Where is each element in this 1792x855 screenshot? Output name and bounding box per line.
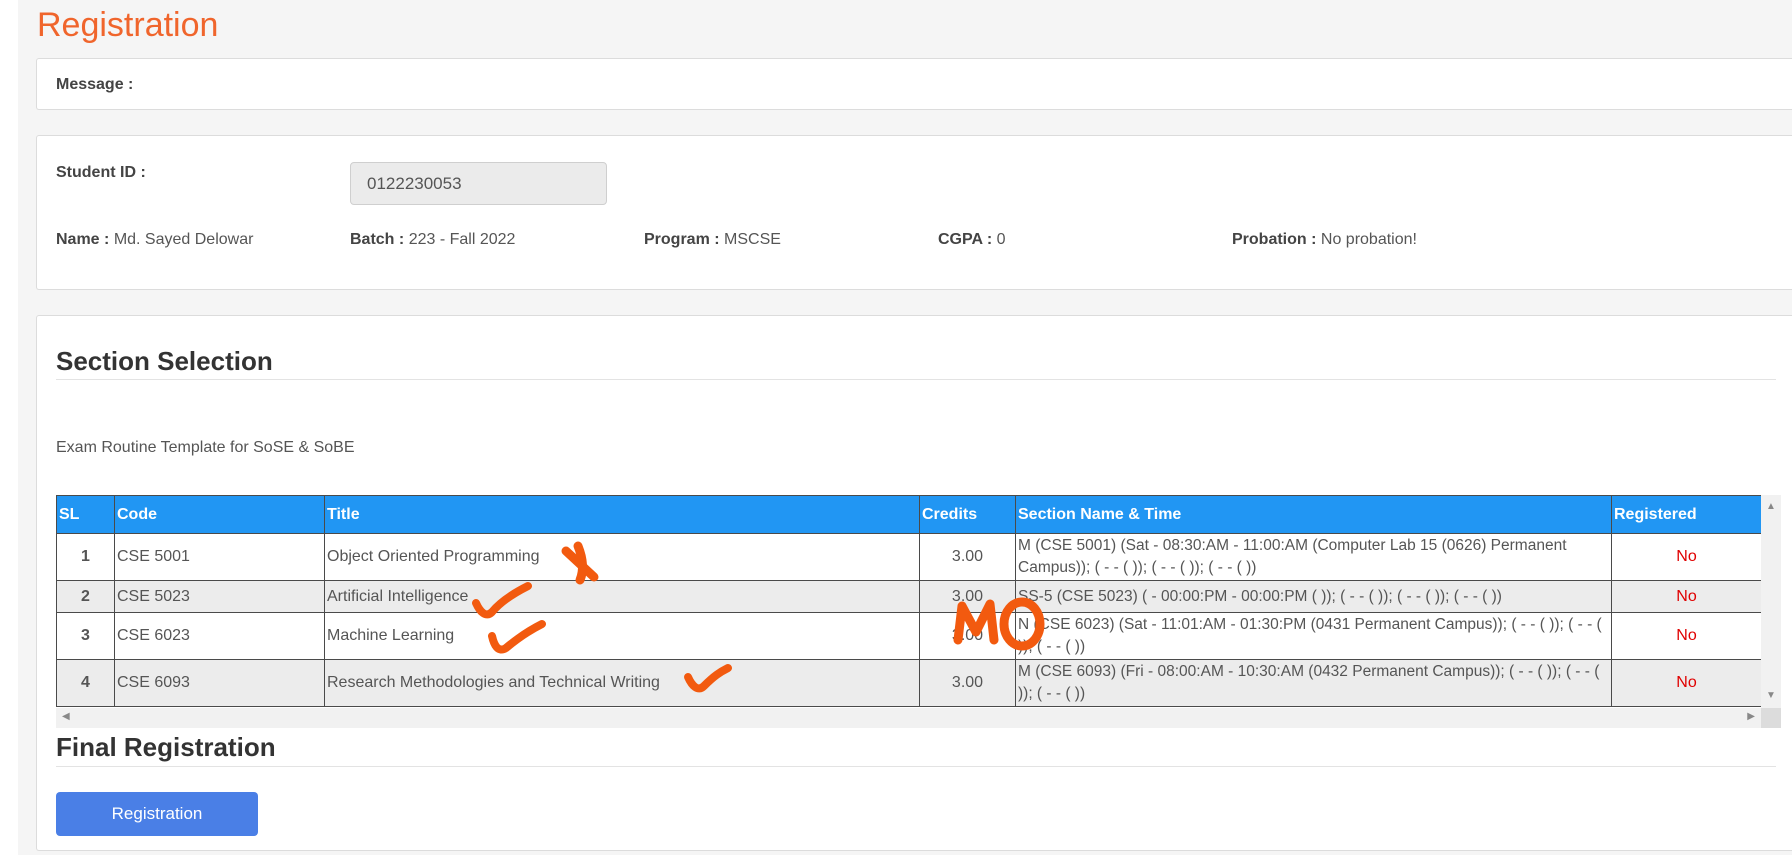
cell-registered: No [1611, 580, 1762, 613]
cell-section: M (CSE 6093) (Fri - 08:00:AM - 10:30:AM … [1015, 659, 1612, 707]
message-label: Message : [56, 76, 134, 93]
cell-registered: No [1611, 533, 1762, 581]
cell-credits: 3.00 [919, 580, 1016, 613]
col-header-section: Section Name & Time [1015, 495, 1612, 534]
col-header-registered: Registered [1611, 495, 1762, 534]
cell-sl: 4 [56, 659, 115, 707]
cell-credits: 3.00 [919, 659, 1016, 707]
page-title: Registration [37, 6, 219, 44]
student-name: Name : Md. Sayed Delowar [56, 231, 253, 249]
probation-value: No probation! [1320, 231, 1417, 248]
cell-credits: 3.00 [919, 533, 1016, 581]
cell-registered: No [1611, 659, 1762, 707]
registration-button[interactable]: Registration [56, 792, 258, 836]
batch-value: 223 - Fall 2022 [408, 231, 516, 248]
cell-code: CSE 6093 [114, 659, 325, 707]
cell-sl: 1 [56, 533, 115, 581]
col-header-title: Title [324, 495, 920, 534]
student-batch: Batch : 223 - Fall 2022 [350, 231, 515, 249]
cell-registered: No [1611, 612, 1762, 660]
program-value: MSCSE [724, 231, 781, 248]
course-table-container[interactable]: SL Code Title Credits Section Name & Tim… [37, 495, 1781, 728]
divider [56, 379, 1776, 380]
program-label: Program : [644, 231, 720, 248]
horizontal-scrollbar[interactable]: ◀ ▶ [56, 708, 1761, 728]
exam-routine-template-link[interactable]: Exam Routine Template for SoSE & SoBE [56, 439, 355, 457]
cell-title: Artificial Intelligence [324, 580, 920, 613]
batch-label: Batch : [350, 231, 405, 248]
course-table: SL Code Title Credits Section Name & Tim… [56, 495, 1762, 707]
vertical-scrollbar[interactable]: ▲ ▼ [1761, 495, 1781, 708]
cell-title: Research Methodologies and Technical Wri… [324, 659, 920, 707]
scroll-left-icon[interactable]: ◀ [62, 711, 70, 722]
table-row[interactable]: 3 CSE 6023 Machine Learning 3.00 N (CSE … [56, 612, 1762, 660]
cell-code: CSE 5023 [114, 580, 325, 613]
name-value: Md. Sayed Delowar [113, 231, 254, 248]
student-info-panel: Student ID : Name : Md. Sayed Delowar Ba… [36, 135, 1792, 290]
table-row[interactable]: 2 CSE 5023 Artificial Intelligence 3.00 … [56, 580, 1762, 613]
final-registration-title: Final Registration [56, 732, 276, 762]
probation-label: Probation : [1232, 231, 1317, 248]
left-margin [0, 0, 18, 855]
name-label: Name : [56, 231, 110, 248]
cell-code: CSE 5001 [114, 533, 325, 581]
scroll-up-icon[interactable]: ▲ [1766, 501, 1776, 512]
cell-sl: 3 [56, 612, 115, 660]
cell-section: N (CSE 6023) (Sat - 11:01:AM - 01:30:PM … [1015, 612, 1612, 660]
cell-section: SS-5 (CSE 5023) ( - 00:00:PM - 00:00:PM … [1015, 580, 1612, 613]
student-id-input[interactable] [350, 162, 607, 205]
cgpa-label: CGPA : [938, 231, 993, 248]
scroll-down-icon[interactable]: ▼ [1766, 690, 1776, 701]
student-id-label: Student ID : [56, 164, 146, 181]
cell-sl: 2 [56, 580, 115, 613]
divider [56, 766, 1776, 767]
col-header-code: Code [114, 495, 325, 534]
col-header-credits: Credits [919, 495, 1016, 534]
message-panel: Message : [36, 58, 1792, 110]
student-cgpa: CGPA : 0 [938, 231, 1006, 249]
cell-title: Machine Learning [324, 612, 920, 660]
scrollbar-corner [1761, 708, 1781, 728]
cell-title: Object Oriented Programming [324, 533, 920, 581]
student-program: Program : MSCSE [644, 231, 781, 249]
table-row[interactable]: 1 CSE 5001 Object Oriented Programming 3… [56, 533, 1762, 581]
cell-credits: 3.00 [919, 612, 1016, 660]
col-header-sl: SL [56, 495, 115, 534]
table-header-row: SL Code Title Credits Section Name & Tim… [56, 495, 1762, 534]
cell-section: M (CSE 5001) (Sat - 08:30:AM - 11:00:AM … [1015, 533, 1612, 581]
scroll-right-icon[interactable]: ▶ [1747, 711, 1755, 722]
section-selection-title: Section Selection [56, 346, 273, 376]
cell-code: CSE 6023 [114, 612, 325, 660]
student-probation: Probation : No probation! [1232, 231, 1417, 249]
cgpa-value: 0 [996, 231, 1006, 248]
table-row[interactable]: 4 CSE 6093 Research Methodologies and Te… [56, 659, 1762, 707]
